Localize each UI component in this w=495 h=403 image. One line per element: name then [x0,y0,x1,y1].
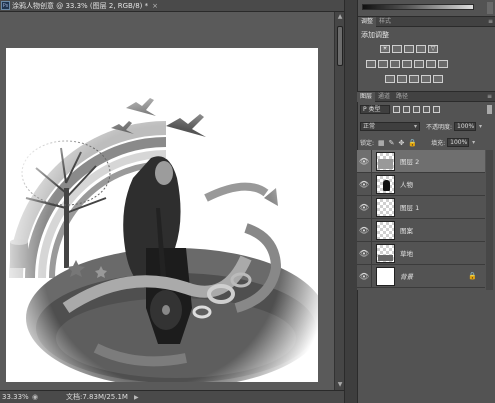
layers-menu-icon[interactable]: ≡ [487,93,492,100]
color-lookup-icon[interactable] [426,60,436,68]
canvas-area[interactable]: ▲ ▼ [0,12,344,390]
color-balance-icon[interactable] [378,60,388,68]
tab-channels[interactable]: 通道 [375,92,393,102]
adjustments-title: 添加调整 [361,31,389,39]
layer-thumbnail [376,151,395,171]
layer-thumbnail [376,266,395,286]
posterize-icon[interactable] [397,75,407,83]
visibility-eye-icon[interactable]: 👁 [357,226,371,235]
curves-icon[interactable] [404,45,414,53]
tab-layers[interactable]: 图层 [357,91,376,102]
document-tab[interactable]: Ps 涂鸦人物创意 @ 33.3% (图层 2, RGB/8) * × [0,0,344,12]
layer-filter-select[interactable]: P 类型 [360,105,390,114]
document-size: 文档:7.83M/25.1M [66,393,128,401]
filter-shape-icon[interactable] [423,106,430,113]
lock-all-icon[interactable]: 🔒 [408,139,417,147]
filter-smart-object-icon[interactable] [433,106,440,113]
opacity-label: 不透明度: [426,124,453,131]
filter-pixel-icon[interactable] [393,106,400,113]
photoshop-icon: Ps [1,1,10,10]
panel-menu-icon[interactable]: ≡ [488,18,493,25]
visibility-eye-icon[interactable]: 👁 [357,157,371,166]
gradient-swatch[interactable] [362,4,474,10]
artwork-canvas[interactable] [6,48,318,382]
layers-list[interactable]: 👁 图层 2 👁 人物 👁 图层 1 👁 图案 👁 草地 👁 背景 🔒 [357,149,485,290]
status-menu-arrow-icon[interactable]: ▶ [134,394,139,401]
layer-row[interactable]: 👁 背景 🔒 [357,264,485,288]
blend-mode-select[interactable]: 正常 [360,122,420,131]
exposure-icon[interactable] [416,45,426,53]
lock-transparent-icon[interactable]: ▦ [378,139,385,147]
collapsed-panel-strip[interactable] [344,0,357,403]
layer-name[interactable]: 草地 [400,248,413,258]
status-info-icon[interactable]: ◉ [30,393,40,401]
layer-name[interactable]: 人物 [400,179,413,189]
adjustment-icons-row-1: ☀ ▽ [380,45,438,53]
layer-thumbnail [376,174,395,194]
layer-row[interactable]: 👁 图层 1 [357,195,485,219]
levels-icon[interactable] [392,45,402,53]
black-white-icon[interactable] [390,60,400,68]
vertical-scrollbar[interactable]: ▲ ▼ [334,12,344,390]
layer-name[interactable]: 图层 2 [400,156,419,166]
layer-row[interactable]: 👁 图层 2 [357,149,485,173]
layer-name[interactable]: 图案 [400,225,413,235]
grid-icon[interactable] [438,60,448,68]
visibility-eye-icon[interactable]: 👁 [357,203,371,212]
layer-row[interactable]: 👁 图案 [357,218,485,242]
blend-opacity-row: 正常 不透明度: 100% [360,121,492,132]
zoom-level[interactable]: 33.33% [0,393,30,401]
opacity-input[interactable]: 100% [454,122,482,131]
tab-adjustments[interactable]: 调整 [358,16,377,27]
invert-icon[interactable] [385,75,395,83]
layer-name[interactable]: 背景 [400,271,413,281]
layers-scrollbar[interactable] [486,150,493,290]
lock-image-icon[interactable]: ✎ [389,139,395,147]
lock-label: 锁定: [360,140,375,147]
lock-fill-row: 锁定: ▦ ✎ ✥ 🔒 填充: 100% [360,137,492,148]
gradient-map-icon[interactable] [433,75,443,83]
visibility-eye-icon[interactable]: 👁 [357,272,371,281]
layer-thumbnail [376,220,395,240]
scroll-thumb[interactable] [337,26,343,66]
lock-icon: 🔒 [468,272,477,280]
artwork-illustration [6,48,318,382]
filter-adjustment-icon[interactable] [403,106,410,113]
filter-type-icon[interactable] [413,106,420,113]
layer-thumbnail [376,243,395,263]
adjustments-panel-tabs: 调整 样式 ≡ [358,16,495,27]
tab-paths[interactable]: 路径 [393,92,411,102]
filter-toggle[interactable] [487,105,492,114]
document-title: 涂鸦人物创意 @ 33.3% (图层 2, RGB/8) * [12,1,149,10]
visibility-eye-icon[interactable]: 👁 [357,249,371,258]
adjustment-icons-row-3 [385,75,443,83]
layer-name[interactable]: 图层 1 [400,202,419,212]
layer-row[interactable]: 👁 人物 [357,172,485,196]
layer-row[interactable]: 👁 草地 [357,241,485,265]
tab-styles[interactable]: 样式 [376,17,394,27]
close-icon[interactable]: × [152,2,158,10]
photo-filter-icon[interactable] [402,60,412,68]
vibrance-triangle-icon[interactable]: ▽ [428,45,438,53]
threshold-icon[interactable] [409,75,419,83]
layer-thumbnail [376,197,395,217]
status-bar: 33.33% ◉ 文档:7.83M/25.1M ▶ [0,390,344,403]
adjustment-icons-row-2 [366,60,448,68]
channel-mixer-icon[interactable] [414,60,424,68]
lock-position-icon[interactable]: ✥ [399,139,405,147]
fill-input[interactable]: 100% [447,138,475,147]
visibility-eye-icon[interactable]: 👁 [357,180,371,189]
layer-filter-row: P 类型 [360,104,492,115]
brightness-icon[interactable]: ☀ [380,45,390,53]
swatch-scrollbar[interactable] [487,2,493,14]
fill-label: 填充: [431,140,446,147]
layers-panel-tabs: 图层 通道 路径 ≡ [357,91,495,102]
hue-saturation-icon[interactable] [366,60,376,68]
selective-color-icon[interactable] [421,75,431,83]
